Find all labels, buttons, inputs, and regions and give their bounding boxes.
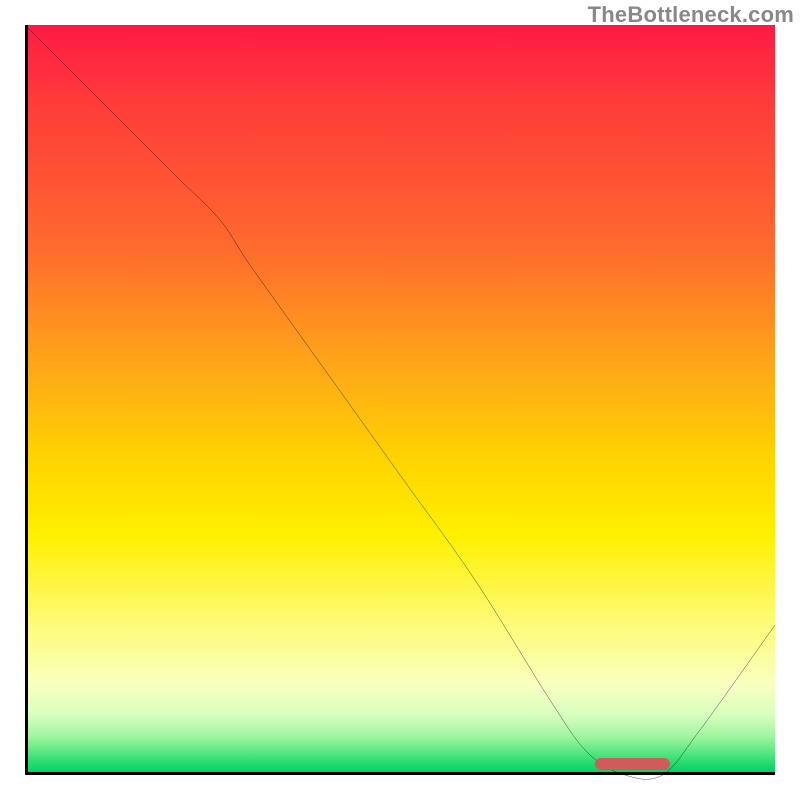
- optimal-range-marker: [595, 758, 670, 770]
- bottleneck-curve-path: [25, 25, 775, 779]
- chart-stage: TheBottleneck.com: [0, 0, 800, 800]
- curve-layer: [25, 25, 775, 775]
- plot-area: [25, 25, 775, 775]
